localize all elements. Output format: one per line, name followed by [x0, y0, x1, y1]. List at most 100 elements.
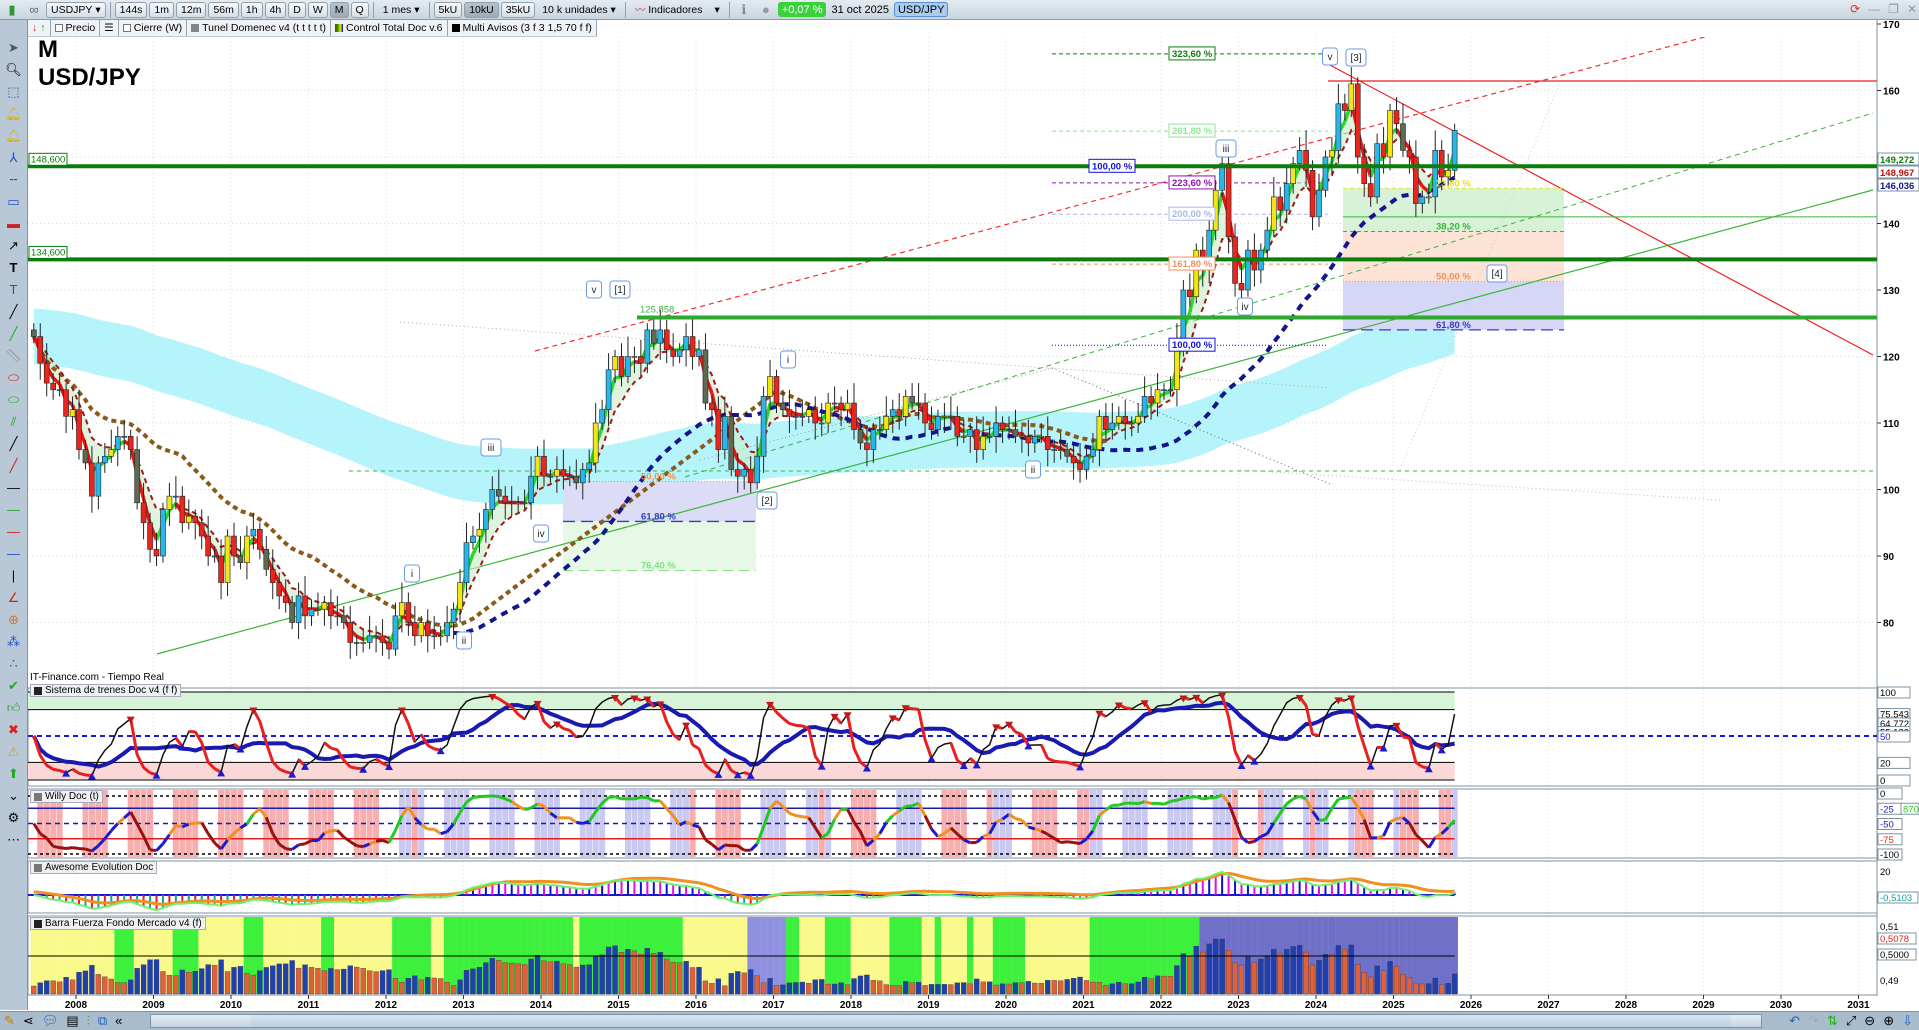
ellipse-icon[interactable]: ⬭ — [4, 368, 24, 386]
timeframe-M[interactable]: M — [329, 1, 349, 18]
settings-icon[interactable]: ⚙ — [4, 808, 24, 826]
text-icon[interactable]: T — [4, 258, 24, 276]
arrow-icon[interactable]: ↗ — [4, 236, 24, 254]
scrollbar-thumb[interactable] — [251, 1015, 1731, 1027]
more-icon[interactable]: ⋯ — [4, 830, 24, 848]
year-label: 2020 — [995, 1000, 1018, 1011]
legend-tunel[interactable]: Tunel Domenec v4 (t t t t t) — [187, 20, 332, 36]
ellipse-icon[interactable]: ⬭ — [4, 390, 24, 408]
timeframe-W[interactable]: W — [307, 1, 328, 18]
period-select[interactable]: 1 mes ▾ — [378, 2, 425, 18]
line-icon[interactable]: ╱ — [4, 456, 24, 474]
legend-avisos[interactable]: Multi Avisos (3 f 3 1,5 70 f f) — [448, 20, 597, 36]
zoom-fit-icon[interactable]: ⤢ — [1846, 1013, 1856, 1029]
timeframe-56m[interactable]: 56m — [208, 1, 239, 18]
pane-title-awesome[interactable]: Awesome Evolution Doc — [30, 861, 158, 874]
restore-icon[interactable]: ❐ — [1888, 2, 1899, 16]
hline-icon[interactable]: — — [4, 522, 24, 540]
candle-body — [831, 402, 838, 405]
indicators-dropdown[interactable]: ▾ — [710, 2, 725, 18]
zoom-area-icon[interactable]: ⬚ — [4, 82, 24, 100]
vline-icon[interactable]: | — [4, 566, 24, 584]
hline-icon[interactable]: — — [4, 500, 24, 518]
elliott-abc-icon[interactable]: ∴ — [4, 654, 24, 672]
text-box-icon[interactable]: T — [4, 280, 24, 298]
horizontal-scrollbar[interactable] — [150, 1014, 1762, 1028]
ruler-icon[interactable]: 📏︎ — [4, 346, 24, 364]
filled-rectangle-icon[interactable]: ▬ — [4, 214, 24, 232]
thumbs-up-icon[interactable]: 👍︎ — [4, 698, 24, 716]
refresh-icon[interactable]: ⟳ — [1850, 2, 1860, 16]
rectangle-icon[interactable]: ▭ — [4, 192, 24, 210]
timeframe-4h[interactable]: 4h — [264, 1, 287, 18]
redo-icon[interactable]: ↷ — [1808, 1013, 1819, 1029]
year-label: 2008 — [65, 1000, 88, 1011]
angle-icon[interactable]: ∠ — [4, 588, 24, 606]
undo-icon[interactable]: ↶ — [1789, 1013, 1800, 1029]
barra-bar — [63, 977, 69, 995]
expand-icon[interactable]: ⌄ — [4, 786, 24, 804]
barra-bar — [799, 981, 805, 995]
checkbox[interactable] — [122, 24, 131, 32]
channel-icon[interactable]: ⫽ — [4, 412, 24, 430]
report-icon[interactable]: ▤ — [66, 1013, 78, 1029]
pencil-icon[interactable]: ✎ — [4, 1013, 15, 1029]
zoom-out-y-button[interactable]: ↓ ↑ — [28, 20, 51, 36]
info-icon[interactable]: ℹ — [734, 1, 754, 19]
legend-control[interactable]: Control Total Doc v.6 — [331, 20, 448, 36]
up-arrow-icon[interactable]: ⬆ — [4, 764, 24, 782]
compare-icon[interactable]: ⫶ — [87, 1013, 90, 1029]
price-chart[interactable]: 148,600 134,600 125,858 323,60 % 261,80 % 100… — [0, 0, 1919, 1030]
circle-plus-icon[interactable]: ⊕ — [4, 610, 24, 628]
unit-10kU[interactable]: 10kU — [464, 1, 499, 18]
windows-icon[interactable]: ⧉ — [98, 1013, 107, 1029]
settings-down-icon[interactable]: ⇩ — [1902, 1013, 1913, 1029]
zoom-in-icon[interactable]: ⊕ — [1883, 1013, 1894, 1029]
hline-icon[interactable]: — — [4, 544, 24, 562]
pointer-icon[interactable]: ➤ — [4, 38, 24, 56]
barra-bar — [1129, 983, 1135, 995]
minimize-icon[interactable]: — — [1868, 2, 1880, 16]
timeframe-12m[interactable]: 12m — [176, 1, 207, 18]
alert-bell-icon[interactable]: 🔔︎ — [4, 104, 24, 122]
zoom-out-icon[interactable]: ⊖ — [1864, 1013, 1875, 1029]
pane-title-barra[interactable]: Barra Fuerza Fondo Mercado v4 (f) — [30, 917, 206, 930]
legend-price[interactable]: Precio — [51, 20, 101, 36]
line-icon[interactable]: ╱ — [4, 302, 24, 320]
checkbox[interactable] — [54, 24, 63, 32]
comment-icon[interactable]: 💬︎ — [42, 1013, 59, 1029]
alert-icon[interactable]: 🔔︎ — [4, 126, 24, 144]
pane-title-willy[interactable]: Willy Doc (t) — [30, 790, 103, 803]
indicators-button[interactable]: 〰 Indicadores — [630, 2, 708, 18]
check-icon[interactable]: ✔ — [4, 676, 24, 694]
units-select[interactable]: 10 k unidades ▾ — [537, 2, 621, 18]
candles-icon[interactable]: ▮ — [2, 1, 22, 19]
timeframe-144s[interactable]: 144s — [114, 1, 148, 18]
timeframe-1m[interactable]: 1m — [149, 1, 175, 18]
legend-close[interactable]: Cierre (W) — [119, 20, 188, 36]
trendline-icon[interactable]: ╱ — [4, 324, 24, 342]
delete-icon[interactable]: ✖ — [4, 720, 24, 738]
unit-35kU[interactable]: 35kU — [500, 1, 536, 18]
pair-badge[interactable]: USD/JPY — [893, 2, 949, 17]
hline-icon[interactable]: — — [4, 478, 24, 496]
zoom-icon[interactable]: 🔍︎ — [4, 60, 24, 78]
close-icon[interactable]: ✕ — [1907, 2, 1917, 16]
timeframe-D[interactable]: D — [288, 1, 306, 18]
unit-5kU[interactable]: 5kU — [433, 1, 463, 18]
symbol-select[interactable]: USDJPY ▾ — [46, 1, 106, 18]
timeframe-1h[interactable]: 1h — [240, 1, 263, 18]
line-icon[interactable]: ╱ — [4, 434, 24, 452]
share-icon[interactable]: ⋖ — [23, 1013, 34, 1029]
list-icon[interactable]: ☰ — [100, 20, 119, 36]
warning-icon[interactable]: ⚠ — [4, 742, 24, 760]
autoscale-icon[interactable]: ⇅ — [1827, 1013, 1838, 1029]
pane-title-trenes[interactable]: Sistema de trenes Doc v4 (f f) — [30, 684, 182, 697]
timeframe-Q[interactable]: Q — [350, 1, 369, 18]
units-label: 10 k unidades — [542, 3, 608, 16]
collapse-icon[interactable]: « — [115, 1013, 122, 1029]
fibonacci-icon[interactable]: ⅄ — [4, 148, 24, 166]
elliott-icon[interactable]: ⁂ — [4, 632, 24, 650]
fib-line-icon[interactable]: ╌ — [4, 170, 24, 188]
link-icon[interactable]: ∞ — [24, 1, 44, 19]
